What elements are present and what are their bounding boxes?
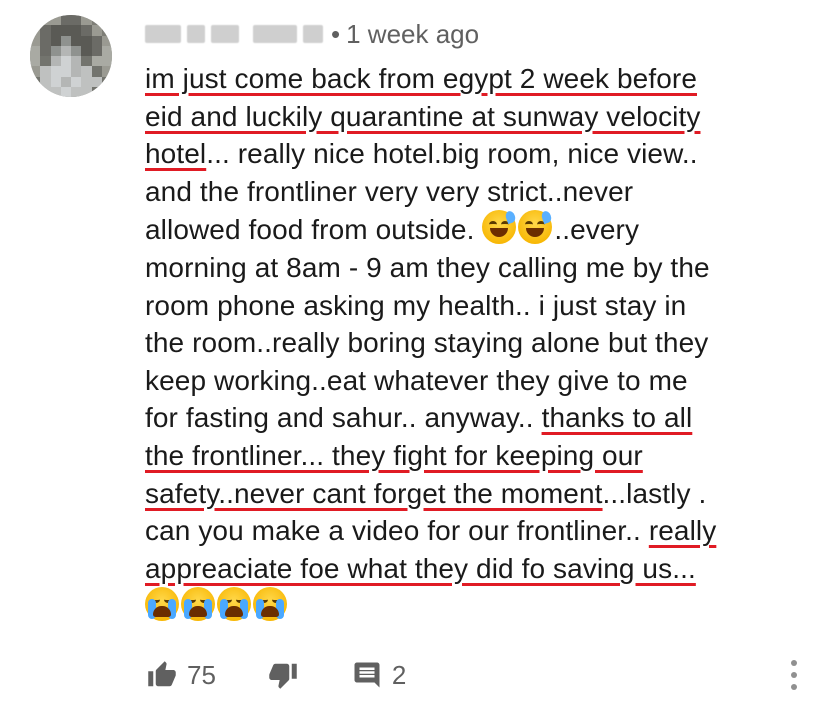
- meta-separator: •: [331, 18, 341, 49]
- comment-line: hotel... really nice hotel.big room, nic…: [145, 135, 805, 173]
- comment-text-segment: the room..really boring staying alone bu…: [145, 327, 709, 359]
- reply-count: 2: [391, 659, 407, 690]
- loudly-crying-emoji-icon: [145, 587, 179, 622]
- comment-line: appreaciate foe what they did fo saving …: [145, 550, 805, 588]
- author-name-redacted[interactable]: [145, 25, 323, 43]
- loudly-crying-emoji-icon: [181, 587, 215, 622]
- highlighted-text: thanks to all: [541, 402, 693, 434]
- comment-line: morning at 8am - 9 am they calling me by…: [145, 249, 805, 287]
- comment-text-segment: ...lastly .: [602, 477, 707, 509]
- avatar[interactable]: [30, 15, 112, 97]
- comment-line: for fasting and sahur.. anyway.. thanks …: [145, 399, 805, 437]
- comment-text-segment: ... really nice hotel.big room, nice vie…: [206, 138, 698, 170]
- comment-text-segment: ..every: [554, 214, 640, 246]
- highlighted-text: safety..never cant forget the moment: [145, 477, 603, 509]
- comment-text-segment: morning at 8am - 9 am they calling me by…: [145, 251, 710, 283]
- sweat-smile-emoji-icon: [482, 210, 518, 245]
- comment-text-segment: for fasting and sahur.. anyway..: [145, 402, 542, 434]
- highlighted-text: im just come back from egypt 2 week befo…: [145, 63, 697, 94]
- loudly-crying-emoji-icon: [253, 587, 287, 622]
- comment-text-segment: keep working..eat whatever they give to …: [145, 364, 688, 396]
- highlighted-text: eid and luckily quarantine at sunway vel…: [145, 100, 701, 132]
- highlighted-text: really: [648, 515, 717, 547]
- comment-text-segment: and the frontliner very very strict..nev…: [145, 175, 634, 207]
- thumbs-up-icon[interactable]: [145, 658, 179, 692]
- comment-line: allowed food from outside. ..every: [145, 210, 805, 249]
- loudly-crying-emoji-icon: [217, 587, 251, 622]
- comment-line: keep working..eat whatever they give to …: [145, 362, 805, 400]
- comment-line: can you make a video for our frontliner.…: [145, 512, 805, 550]
- comment-line: im just come back from egypt 2 week befo…: [145, 60, 805, 98]
- comment-icon[interactable]: [350, 658, 384, 692]
- comment-actions: 75 2: [145, 655, 406, 695]
- comment-line: the frontliner... they fight for keeping…: [145, 437, 805, 475]
- comment-meta: • 1 week ago: [145, 18, 479, 50]
- comment-line: and the frontliner very very strict..nev…: [145, 173, 805, 211]
- comment-line: safety..never cant forget the moment...l…: [145, 475, 805, 513]
- highlighted-text: the frontliner... they fight for keeping…: [145, 439, 643, 471]
- highlighted-text: appreaciate foe what they did fo saving …: [145, 552, 696, 584]
- thumbs-down-icon[interactable]: [266, 658, 300, 692]
- comment-timestamp[interactable]: 1 week ago: [346, 19, 479, 50]
- like-count: 75: [187, 659, 216, 690]
- comment-line: [145, 587, 805, 626]
- comment-text: im just come back from egypt 2 week befo…: [145, 60, 805, 626]
- comment-text-segment: can you make a video for our frontliner.…: [145, 515, 649, 547]
- more-vertical-icon[interactable]: [788, 660, 800, 690]
- sweat-smile-emoji-icon: [518, 210, 554, 245]
- highlighted-text: hotel: [145, 138, 207, 170]
- comment-line: the room..really boring staying alone bu…: [145, 324, 805, 362]
- comment-line: room phone asking my health.. i just sta…: [145, 287, 805, 325]
- comment-line: eid and luckily quarantine at sunway vel…: [145, 98, 805, 136]
- comment-text-segment: room phone asking my health.. i just sta…: [145, 289, 687, 321]
- comment-text-segment: allowed food from outside.: [145, 214, 483, 246]
